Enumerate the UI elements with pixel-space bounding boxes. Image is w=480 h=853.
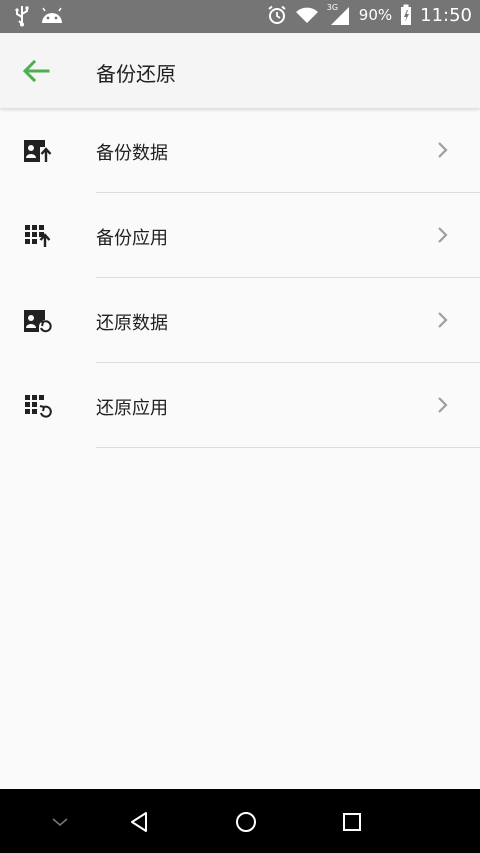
list-item-label: 还原数据 bbox=[96, 313, 168, 334]
battery-percent: 90% bbox=[358, 6, 393, 24]
recents-square-icon[interactable] bbox=[337, 807, 367, 837]
list-item-label: 备份应用 bbox=[96, 228, 168, 249]
toolbar: 备份还原 bbox=[0, 33, 480, 108]
backup-restore-list: 备份数据 备份应用 还原数据 还原应用 bbox=[0, 108, 480, 448]
contact-card-restore-icon bbox=[24, 310, 52, 333]
system-nav-bar bbox=[0, 789, 480, 853]
android-icon bbox=[42, 7, 62, 23]
clock-time: 11:50 bbox=[420, 4, 472, 26]
list-item-backup-data[interactable]: 备份数据 bbox=[0, 108, 480, 193]
chevron-right-icon bbox=[438, 397, 448, 413]
back-triangle-icon[interactable] bbox=[124, 807, 154, 837]
signal-icon: 3G bbox=[327, 3, 351, 26]
contact-card-upload-icon bbox=[24, 140, 52, 162]
page-title: 备份还原 bbox=[96, 62, 176, 86]
divider bbox=[96, 447, 480, 448]
battery-charging-icon bbox=[401, 4, 412, 25]
arrow-left-icon[interactable] bbox=[20, 57, 52, 85]
usb-icon bbox=[15, 6, 29, 27]
alarm-icon bbox=[268, 5, 286, 24]
list-item-restore-apps[interactable]: 还原应用 bbox=[0, 363, 480, 448]
list-item-restore-data[interactable]: 还原数据 bbox=[0, 278, 480, 363]
chevron-down-icon[interactable] bbox=[45, 807, 75, 837]
list-item-label: 还原应用 bbox=[96, 398, 168, 419]
chevron-right-icon bbox=[438, 227, 448, 243]
chevron-right-icon bbox=[438, 142, 448, 158]
chevron-right-icon bbox=[438, 312, 448, 328]
app-grid-upload-icon bbox=[25, 225, 51, 247]
status-bar: 3G 90% 11:50 bbox=[0, 0, 480, 33]
home-circle-icon[interactable] bbox=[231, 807, 261, 837]
app-grid-restore-icon bbox=[25, 395, 52, 418]
list-item-backup-apps[interactable]: 备份应用 bbox=[0, 193, 480, 278]
wifi-icon bbox=[295, 7, 318, 23]
list-item-label: 备份数据 bbox=[96, 143, 168, 164]
